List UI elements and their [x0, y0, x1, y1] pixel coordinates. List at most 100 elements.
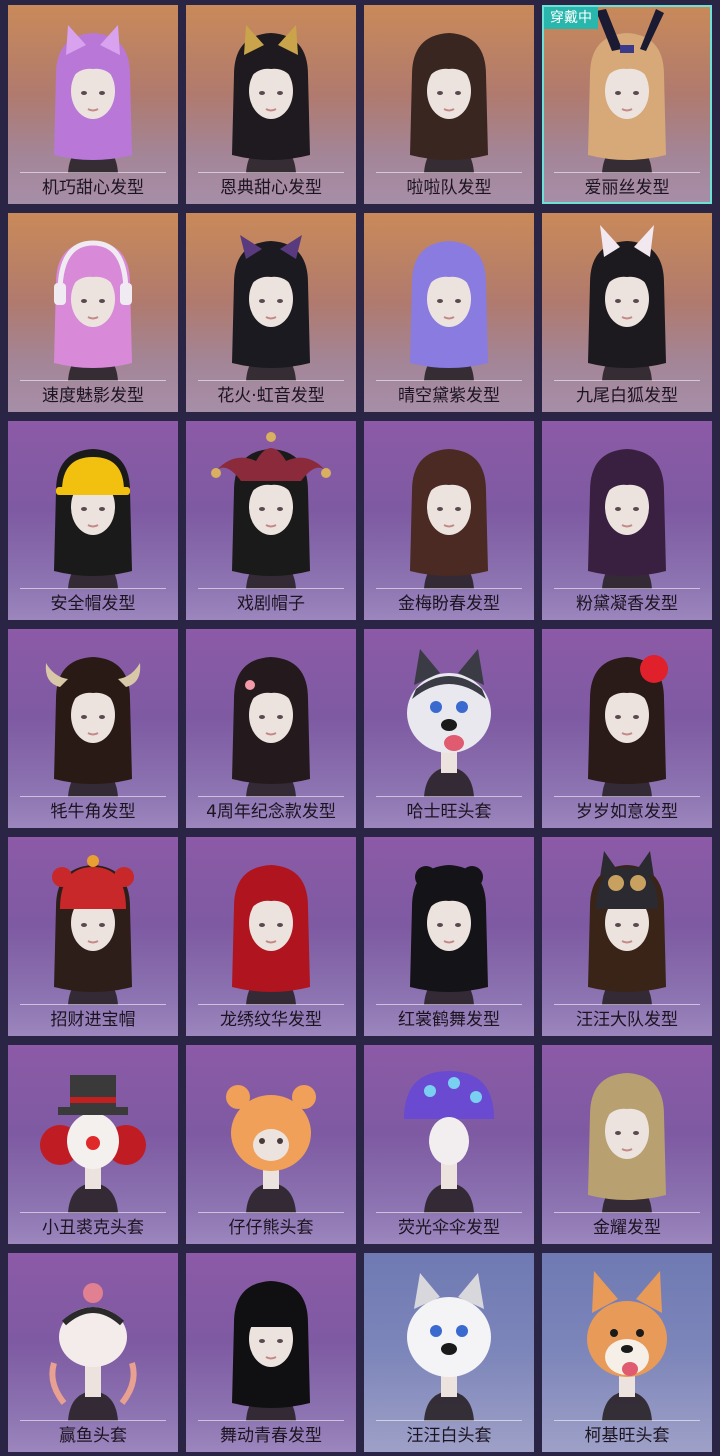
hairstyle-label: 粉黛凝香发型: [576, 594, 678, 614]
hairstyle-tile[interactable]: 爱丽丝发型 穿戴中: [542, 5, 712, 204]
label-divider: [198, 172, 344, 173]
hairstyle-preview: [407, 649, 491, 797]
hairstyle-label: 安全帽发型: [50, 594, 136, 614]
hairstyle-label: 龙绣纹华发型: [220, 1010, 322, 1030]
hairstyle-label: 岁岁如意发型: [576, 802, 678, 822]
hairstyle-tile[interactable]: 恩典甜心发型: [186, 5, 356, 204]
hairstyle-tile[interactable]: 戏剧帽子: [186, 421, 356, 620]
hairstyle-tile[interactable]: 速度魅影发型: [8, 213, 178, 412]
equipped-badge: 穿戴中: [544, 7, 598, 29]
label-divider: [20, 588, 166, 589]
hairstyle-tile[interactable]: 九尾白狐发型: [542, 213, 712, 412]
hairstyle-tile[interactable]: 小丑裘克头套: [8, 1045, 178, 1244]
hairstyle-preview: [232, 1281, 310, 1421]
hairstyle-tile[interactable]: 招财进宝帽: [8, 837, 178, 1036]
hairstyle-label: 赢鱼头套: [59, 1426, 127, 1446]
label-divider: [376, 1212, 522, 1213]
hairstyle-label: 红裳鹤舞发型: [398, 1010, 500, 1030]
hairstyle-tile[interactable]: 安全帽发型: [8, 421, 178, 620]
label-divider: [198, 1004, 344, 1005]
hairstyle-preview: [49, 1283, 137, 1421]
hairstyle-tile[interactable]: 龙绣纹华发型: [186, 837, 356, 1036]
hairstyle-tile[interactable]: 汪汪大队发型: [542, 837, 712, 1036]
hairstyle-preview: [232, 25, 310, 173]
hairstyle-label: 戏剧帽子: [237, 594, 305, 614]
hairstyle-label: 仔仔熊头套: [228, 1218, 314, 1238]
hairstyle-preview: [40, 1075, 146, 1213]
hairstyle-tile[interactable]: 红裳鹤舞发型: [364, 837, 534, 1036]
hairstyle-preview: [45, 657, 141, 797]
hairstyle-preview: [232, 235, 310, 381]
hairstyle-tile[interactable]: 柯基旺头套: [542, 1253, 712, 1452]
label-divider: [376, 588, 522, 589]
hairstyle-label: 爱丽丝发型: [584, 178, 670, 198]
label-divider: [376, 1420, 522, 1421]
hairstyle-preview: [54, 25, 132, 173]
label-divider: [198, 1420, 344, 1421]
hairstyle-preview: [410, 865, 488, 1005]
hairstyle-preview: [410, 449, 488, 589]
label-divider: [554, 1212, 700, 1213]
hairstyle-label: 金耀发型: [593, 1218, 661, 1238]
hairstyle-preview: [410, 33, 488, 173]
hairstyle-preview: [588, 655, 668, 797]
label-divider: [376, 380, 522, 381]
hairstyle-label: 哈士旺头套: [406, 802, 492, 822]
label-divider: [198, 380, 344, 381]
label-divider: [20, 172, 166, 173]
label-divider: [198, 796, 344, 797]
hairstyle-tile[interactable]: 哈士旺头套: [364, 629, 534, 828]
hairstyle-preview: [52, 855, 134, 1005]
hairstyle-preview: [404, 1071, 494, 1213]
hairstyle-preview: [587, 1271, 667, 1421]
hairstyle-preview: [232, 865, 310, 1005]
hairstyle-preview: [588, 225, 666, 381]
label-divider: [554, 172, 700, 173]
hairstyle-preview: [588, 449, 666, 589]
hairstyle-label: 柯基旺头套: [584, 1426, 670, 1446]
hairstyle-tile[interactable]: 金梅盼春发型: [364, 421, 534, 620]
label-divider: [20, 796, 166, 797]
hairstyle-label: 金梅盼春发型: [398, 594, 500, 614]
label-divider: [376, 1004, 522, 1005]
hairstyle-preview: [54, 449, 132, 589]
label-divider: [198, 588, 344, 589]
hairstyle-preview: [407, 1273, 491, 1421]
hairstyle-tile[interactable]: 啦啦队发型: [364, 5, 534, 204]
hairstyle-preview: [410, 241, 488, 381]
label-divider: [20, 380, 166, 381]
hairstyle-label: 牦牛角发型: [50, 802, 136, 822]
hairstyle-tile[interactable]: 赢鱼头套: [8, 1253, 178, 1452]
hairstyle-preview: [54, 240, 132, 381]
hairstyle-label: 恩典甜心发型: [220, 178, 322, 198]
hairstyle-label: 招财进宝帽: [50, 1010, 136, 1030]
hairstyle-tile[interactable]: 花火·虹音发型: [186, 213, 356, 412]
hairstyle-tile[interactable]: 金耀发型: [542, 1045, 712, 1244]
hairstyle-tile[interactable]: 牦牛角发型: [8, 629, 178, 828]
hairstyle-tile[interactable]: 岁岁如意发型: [542, 629, 712, 828]
hairstyle-label: 汪汪大队发型: [576, 1010, 678, 1030]
hairstyle-label: 4周年纪念款发型: [206, 802, 336, 822]
hairstyle-tile[interactable]: 仔仔熊头套: [186, 1045, 356, 1244]
hairstyle-tile[interactable]: 机巧甜心发型: [8, 5, 178, 204]
label-divider: [20, 1420, 166, 1421]
hairstyle-preview: [226, 1085, 316, 1213]
hairstyle-label: 九尾白狐发型: [576, 386, 678, 406]
hairstyle-tile[interactable]: 舞动青春发型: [186, 1253, 356, 1452]
hairstyle-preview: [588, 1073, 666, 1213]
hairstyle-tile[interactable]: 荧光伞伞发型: [364, 1045, 534, 1244]
hairstyle-tile[interactable]: 粉黛凝香发型: [542, 421, 712, 620]
label-divider: [554, 380, 700, 381]
hairstyle-label: 花火·虹音发型: [217, 386, 325, 406]
label-divider: [198, 1212, 344, 1213]
label-divider: [20, 1004, 166, 1005]
label-divider: [554, 1004, 700, 1005]
label-divider: [554, 1420, 700, 1421]
hairstyle-label: 啦啦队发型: [406, 178, 492, 198]
hairstyle-tile[interactable]: 晴空黛紫发型: [364, 213, 534, 412]
hairstyle-preview: [211, 432, 331, 589]
hairstyle-tile[interactable]: 汪汪白头套: [364, 1253, 534, 1452]
hairstyle-tile[interactable]: 4周年纪念款发型: [186, 629, 356, 828]
label-divider: [376, 796, 522, 797]
hairstyle-grid: 机巧甜心发型 恩典甜心发型 啦啦队发型 爱丽丝发型 穿戴中速度魅影发型 花火·虹音发型 晴空…: [0, 0, 720, 1456]
